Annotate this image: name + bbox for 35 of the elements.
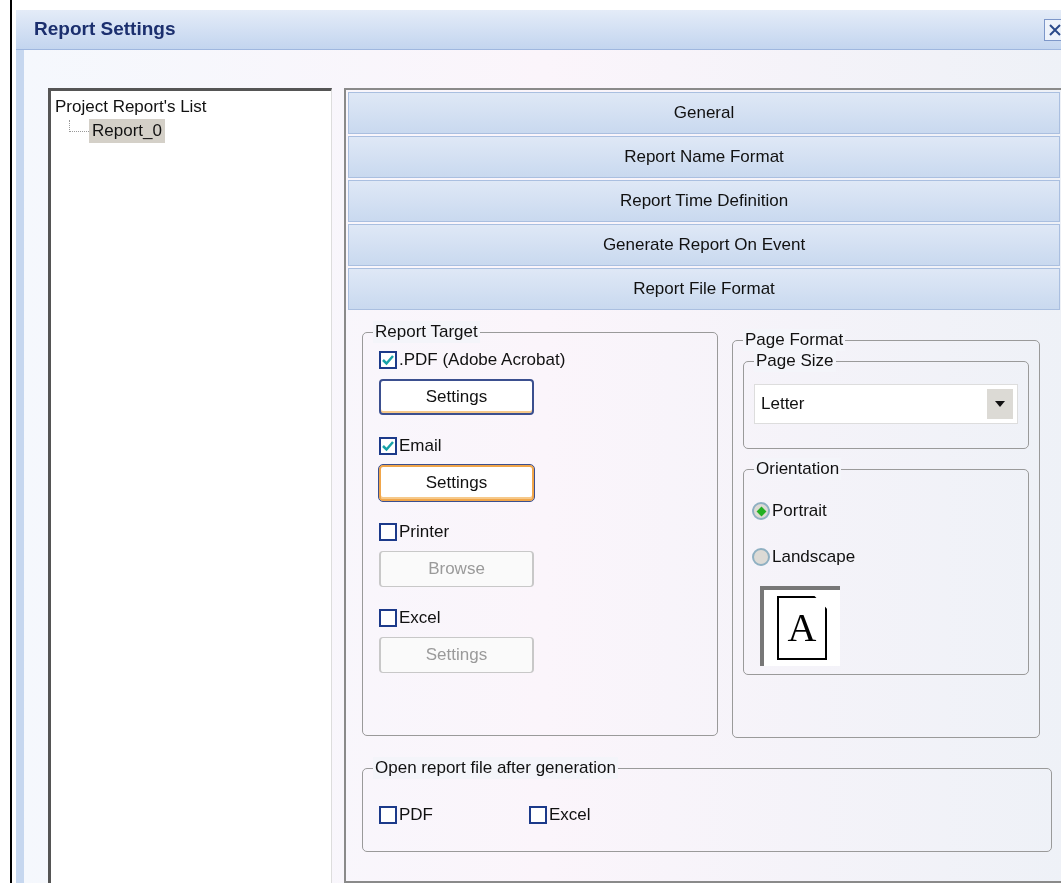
- window-title: Report Settings: [34, 17, 176, 42]
- checkbox[interactable]: [379, 437, 397, 455]
- checkbox[interactable]: [379, 609, 397, 627]
- group-title: Open report file after generation: [373, 757, 618, 779]
- section-header[interactable]: Generate Report On Event: [348, 224, 1060, 266]
- radio-button[interactable]: [752, 502, 770, 520]
- checkbox-label: .PDF (Adobe Acrobat): [399, 349, 566, 372]
- radio-option[interactable]: Landscape: [752, 534, 1028, 580]
- radio-option[interactable]: Portrait: [752, 488, 1028, 534]
- checkbox-label: Excel: [399, 607, 441, 630]
- radio-button[interactable]: [752, 548, 770, 566]
- page-preview: A: [760, 586, 840, 666]
- checkbox-label: PDF: [399, 804, 433, 827]
- checkbox[interactable]: [379, 806, 397, 824]
- close-icon: [1049, 23, 1061, 36]
- settings-button[interactable]: Settings: [379, 465, 534, 501]
- section-header[interactable]: Report File Format: [348, 268, 1060, 310]
- check-icon: [382, 354, 394, 366]
- tree-item[interactable]: Report_0: [89, 119, 165, 143]
- checkbox-label: Excel: [549, 804, 591, 827]
- checkbox-label: Email: [399, 435, 442, 458]
- settings-button[interactable]: Settings: [379, 379, 534, 415]
- page-size-dropdown[interactable]: Letter: [754, 384, 1018, 424]
- close-button[interactable]: [1044, 18, 1061, 41]
- checkbox-label: Printer: [399, 521, 450, 544]
- checkbox[interactable]: [379, 351, 397, 369]
- tree-root[interactable]: Project Report's List: [55, 97, 331, 117]
- section-header[interactable]: General: [348, 92, 1060, 134]
- check-icon: [382, 440, 394, 452]
- caret-icon: [995, 401, 1005, 407]
- section-header[interactable]: Report Time Definition: [348, 180, 1060, 222]
- section-header[interactable]: Report Name Format: [348, 136, 1060, 178]
- checkbox[interactable]: [529, 806, 547, 824]
- checkbox[interactable]: [379, 523, 397, 541]
- group-title: Report Target: [373, 321, 480, 343]
